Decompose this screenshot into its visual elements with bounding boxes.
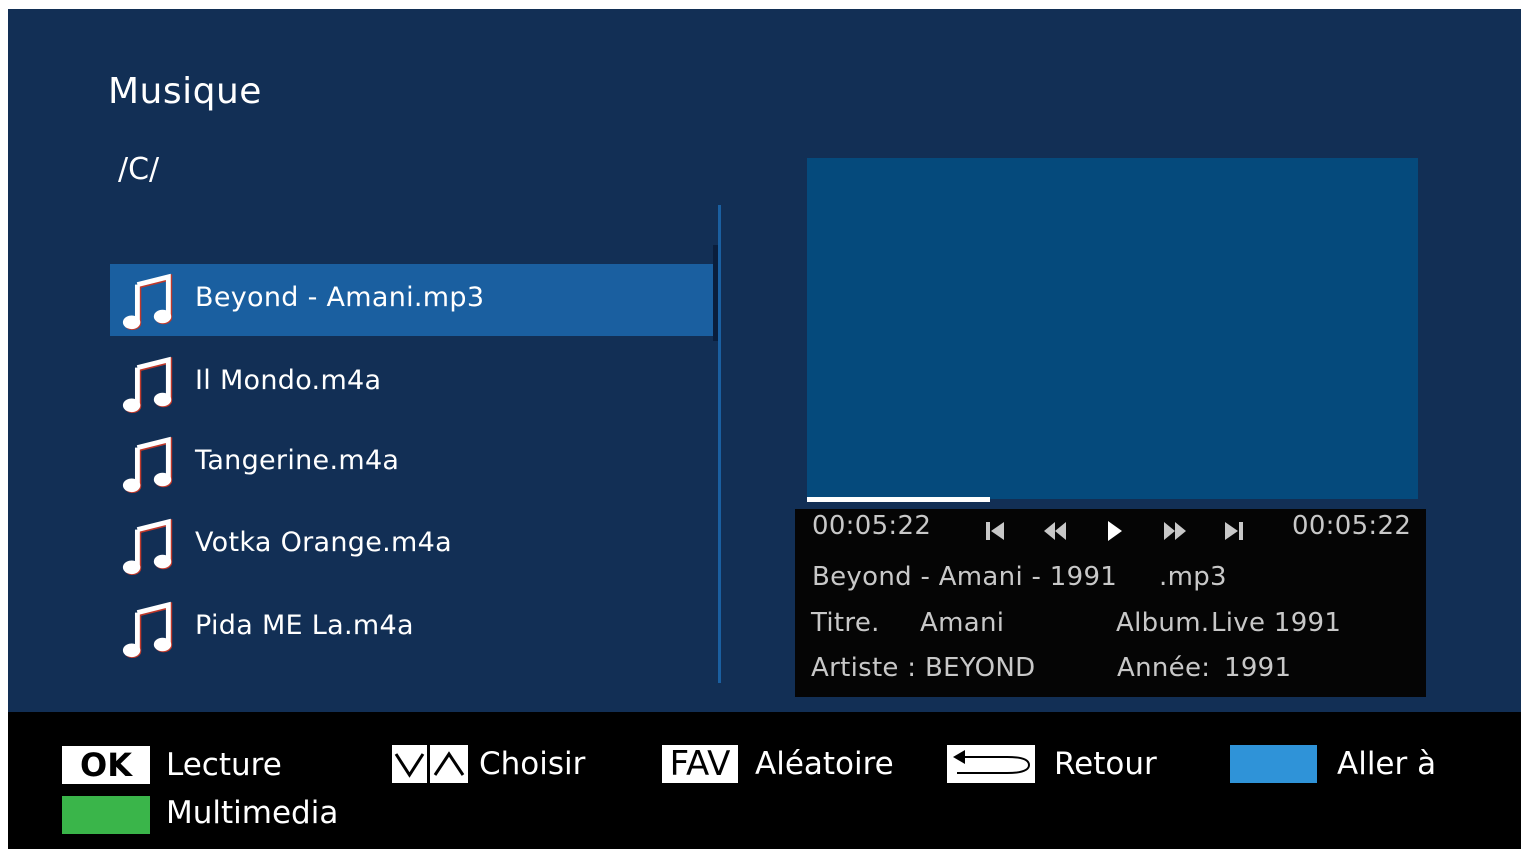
album-label: Album.: [1116, 608, 1210, 638]
year-label: Année:: [1117, 653, 1211, 683]
file-name: Pida ME La.m4a: [195, 610, 414, 641]
return-arrow-icon: [947, 745, 1035, 783]
progress-fill: [807, 497, 991, 502]
list-scrollbar[interactable]: [713, 205, 721, 683]
blue-key-label: Aller à: [1337, 746, 1437, 782]
artist-value: BEYOND: [925, 653, 1036, 683]
title-value: Amani: [920, 608, 1005, 638]
fast-forward-icon[interactable]: [1161, 517, 1189, 545]
rewind-icon[interactable]: [1041, 517, 1069, 545]
page-title: Musique: [108, 71, 262, 112]
info-panel: 00:05:22 00:05:22 Beyond - Amani - 1991 …: [795, 509, 1426, 697]
skip-previous-icon[interactable]: [982, 517, 1010, 545]
file-item-tangerine[interactable]: Tangerine.m4a: [110, 427, 713, 499]
folder-path: /C/: [118, 152, 160, 187]
up-down-arrows-icon: [392, 745, 468, 783]
album-value: Live 1991: [1211, 608, 1342, 638]
total-time: 00:05:22: [1292, 511, 1412, 541]
preview-area: [807, 158, 1418, 499]
file-name: Tangerine.m4a: [195, 445, 400, 476]
progress-bar[interactable]: [807, 497, 1418, 502]
file-item-votka-orange[interactable]: Votka Orange.m4a: [110, 509, 713, 581]
file-name: Il Mondo.m4a: [195, 365, 382, 396]
music-note-icon: [122, 518, 173, 576]
ok-key-label: Lecture: [166, 747, 282, 783]
play-icon[interactable]: [1100, 517, 1128, 545]
return-key-label: Retour: [1054, 746, 1157, 782]
music-note-icon: [122, 356, 173, 414]
music-note-icon: [122, 601, 173, 659]
title-label: Titre.: [811, 608, 880, 638]
elapsed-time: 00:05:22: [812, 511, 932, 541]
updown-key-label: Choisir: [479, 746, 586, 782]
scrollbar-thumb[interactable]: [713, 245, 718, 341]
green-key-label: Multimedia: [166, 795, 339, 831]
file-format: .mp3: [1159, 562, 1227, 592]
blue-key-badge: [1230, 745, 1317, 783]
now-playing: Beyond - Amani - 1991: [812, 562, 1118, 592]
media-player-screen: Musique /C/ Beyond - Amani.mp3 Il Mondo.…: [8, 9, 1521, 849]
file-name: Beyond - Amani.mp3: [195, 282, 485, 313]
file-item-beyond-amani[interactable]: Beyond - Amani.mp3: [110, 264, 713, 336]
music-note-icon: [122, 273, 173, 331]
fav-key-label: Aléatoire: [755, 746, 894, 782]
file-item-pida-me-la[interactable]: Pida ME La.m4a: [110, 592, 713, 664]
footer-help-bar: OK Lecture Choisir FAV Aléatoire Retour …: [8, 712, 1521, 849]
file-name: Votka Orange.m4a: [195, 527, 452, 558]
music-note-icon: [122, 436, 173, 494]
file-item-il-mondo[interactable]: Il Mondo.m4a: [110, 347, 713, 419]
year-value: 1991: [1224, 653, 1292, 683]
fav-key-badge: FAV: [662, 745, 738, 783]
artist-label: Artiste :: [811, 653, 917, 683]
ok-key-badge: OK: [62, 746, 150, 784]
green-key-badge: [62, 796, 150, 834]
skip-next-icon[interactable]: [1219, 517, 1247, 545]
